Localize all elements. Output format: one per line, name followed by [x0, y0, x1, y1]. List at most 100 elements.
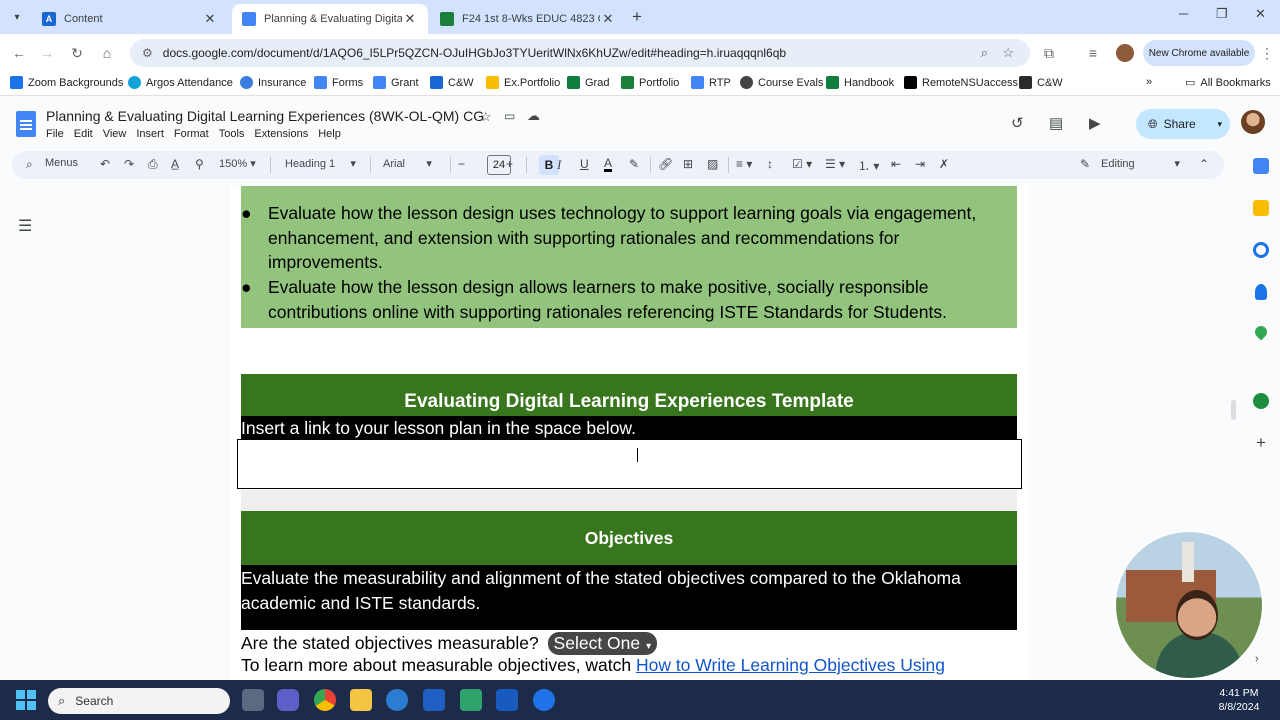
windows-start-icon[interactable] — [16, 690, 36, 710]
more-bookmarks-icon[interactable]: » — [1146, 76, 1152, 88]
webcam-expand-icon[interactable]: › — [1255, 653, 1259, 665]
bookmark-grant[interactable]: Grant — [373, 76, 419, 89]
bookmark-remotensu[interactable]: RemoteNSUaccess — [904, 76, 1018, 89]
template-heading[interactable]: Evaluating Digital Learning Experiences … — [241, 374, 1017, 418]
all-bookmarks[interactable]: ▭ All Bookmarks — [1185, 76, 1271, 90]
bookmark-insurance[interactable]: Insurance — [240, 76, 306, 89]
file-explorer-icon[interactable] — [350, 689, 372, 711]
share-dropdown-icon[interactable]: ▾ — [1217, 119, 1222, 130]
bulleted-list-icon[interactable]: ☰ ▾ — [825, 157, 845, 171]
home-icon[interactable]: ⌂ — [98, 44, 116, 62]
bookmark-course-evals[interactable]: Course Evals — [740, 76, 823, 89]
increase-indent-icon[interactable]: ⇥ — [915, 157, 925, 171]
close-tab-icon[interactable]: ✕ — [402, 11, 418, 27]
text-color-icon[interactable]: A — [604, 157, 613, 172]
learning-objectives-video-link[interactable]: How to Write Learning Objectives Using — [636, 655, 945, 675]
menu-file[interactable]: File — [46, 128, 64, 140]
underline-icon[interactable]: U — [580, 157, 589, 171]
menu-tools[interactable]: Tools — [219, 128, 245, 140]
new-chrome-available-button[interactable]: New Chrome available — [1143, 40, 1255, 66]
restore-icon[interactable]: ❐ — [1216, 6, 1228, 22]
link-instruction[interactable]: Insert a link to your lesson plan in the… — [241, 416, 1017, 440]
menu-help[interactable]: Help — [318, 128, 341, 140]
app-icon[interactable] — [533, 689, 555, 711]
bookmark-rtp[interactable]: RTP — [691, 76, 731, 89]
scrollbar-thumb[interactable] — [1231, 400, 1236, 420]
menu-format[interactable]: Format — [174, 128, 209, 140]
bookmark-exportfolio[interactable]: Ex.Portfolio — [486, 76, 560, 89]
objectives-instruction[interactable]: Evaluate the measurability and alignment… — [241, 565, 1017, 630]
window-close-icon[interactable]: ✕ — [1255, 6, 1266, 22]
editing-pencil-icon[interactable]: ✎ — [1080, 157, 1090, 171]
edge-icon[interactable] — [386, 689, 408, 711]
bookmark-argos[interactable]: Argos Attendance — [128, 76, 233, 89]
cloud-saved-icon[interactable]: ☁ — [527, 108, 540, 124]
reload-icon[interactable]: ↻ — [68, 44, 86, 62]
tab-planning-doc[interactable]: Planning & Evaluating Digital L ✕ — [232, 4, 428, 34]
move-folder-icon[interactable]: ▭ — [504, 109, 515, 123]
document-title[interactable]: Planning & Evaluating Digital Learning E… — [46, 108, 484, 124]
bookmark-cw-2[interactable]: C&W — [1019, 76, 1063, 89]
spellcheck-icon[interactable]: A̲ — [171, 157, 179, 171]
bookmark-grad[interactable]: Grad — [567, 76, 609, 89]
version-history-icon[interactable]: ↺ — [1011, 114, 1024, 132]
line-spacing-icon[interactable]: ↕ — [767, 157, 773, 171]
search-menus[interactable]: Menus — [45, 157, 78, 169]
style-select[interactable]: Heading 1 ▾ — [285, 157, 356, 170]
insert-image-icon[interactable]: ▨ — [707, 157, 718, 171]
system-clock[interactable]: 4:41 PM 8/8/2024 — [1206, 686, 1272, 714]
tab-content[interactable]: A Content ✕ — [32, 4, 228, 34]
zoom-search-icon[interactable]: ⌕ — [981, 45, 988, 61]
bookmark-portfolio[interactable]: Portfolio — [621, 76, 679, 89]
bookmark-forms[interactable]: Forms — [314, 76, 363, 89]
maps-icon[interactable] — [1252, 323, 1270, 341]
contacts-icon[interactable] — [1255, 284, 1267, 300]
menu-insert[interactable]: Insert — [136, 128, 164, 140]
editing-mode-select[interactable]: Editing ▾ — [1101, 157, 1180, 170]
task-view-icon[interactable] — [242, 689, 264, 711]
profile-avatar[interactable] — [1116, 44, 1134, 62]
print-icon[interactable]: ⎙ — [148, 157, 158, 172]
increase-font-size-icon[interactable]: + — [506, 157, 513, 171]
bookmark-star-icon[interactable]: ☆ — [1002, 45, 1014, 61]
addon-icon[interactable] — [1253, 393, 1269, 409]
close-tab-icon[interactable]: ✕ — [600, 11, 616, 27]
minimize-icon[interactable]: ─ — [1179, 6, 1188, 21]
share-button[interactable]: 🌐︎ Share ▾ — [1136, 109, 1230, 139]
comments-icon[interactable]: ▤ — [1049, 114, 1063, 132]
app-icon[interactable] — [460, 689, 482, 711]
align-icon[interactable]: ≡ ▾ — [736, 157, 752, 171]
paint-format-icon[interactable]: ⚲ — [195, 157, 204, 171]
close-tab-icon[interactable]: ✕ — [202, 11, 218, 27]
forward-icon[interactable]: → — [38, 44, 56, 62]
tasks-icon[interactable] — [1253, 242, 1269, 258]
search-menus-icon[interactable]: ⌕ — [26, 157, 33, 172]
decrease-indent-icon[interactable]: ⇤ — [891, 157, 901, 171]
site-info-icon[interactable]: ⚙ — [142, 46, 153, 60]
zoom-select[interactable]: 150% ▾ — [219, 157, 256, 170]
chrome-icon[interactable] — [314, 689, 336, 711]
meet-icon[interactable]: ▶ — [1089, 114, 1101, 132]
bold-icon[interactable]: B — [539, 155, 559, 175]
clear-formatting-icon[interactable]: ✗ — [939, 157, 949, 171]
app-icon[interactable] — [423, 689, 445, 711]
lesson-plan-link-field[interactable] — [237, 439, 1022, 489]
insert-comment-icon[interactable]: ⊞ — [683, 157, 693, 171]
address-bar[interactable]: ⚙ docs.google.com/document/d/1AQO6_I5LPr… — [130, 39, 1030, 67]
objectives-heading[interactable]: Objectives — [241, 511, 1017, 565]
account-avatar[interactable] — [1241, 110, 1265, 134]
keep-icon[interactable] — [1253, 200, 1269, 216]
teams-icon[interactable] — [277, 689, 299, 711]
insert-link-icon[interactable]: 🔗︎ — [658, 157, 673, 171]
redo-icon[interactable]: ↷ — [124, 157, 134, 171]
select-one-dropdown[interactable]: Select One ▾ — [547, 632, 658, 655]
extensions-icon[interactable]: ⧉ — [1040, 44, 1058, 62]
checklist-icon[interactable]: ☑ ▾ — [792, 157, 812, 171]
highlight-icon[interactable]: ✎ — [629, 157, 639, 171]
star-icon[interactable]: ☆ — [480, 109, 492, 125]
document-outline-icon[interactable]: ☰ — [18, 216, 32, 236]
get-addons-icon[interactable]: + — [1256, 433, 1266, 453]
tab-search-chevron-icon[interactable]: ▾ — [6, 6, 28, 28]
italic-icon[interactable]: I — [557, 157, 561, 173]
menu-extensions[interactable]: Extensions — [254, 128, 308, 140]
